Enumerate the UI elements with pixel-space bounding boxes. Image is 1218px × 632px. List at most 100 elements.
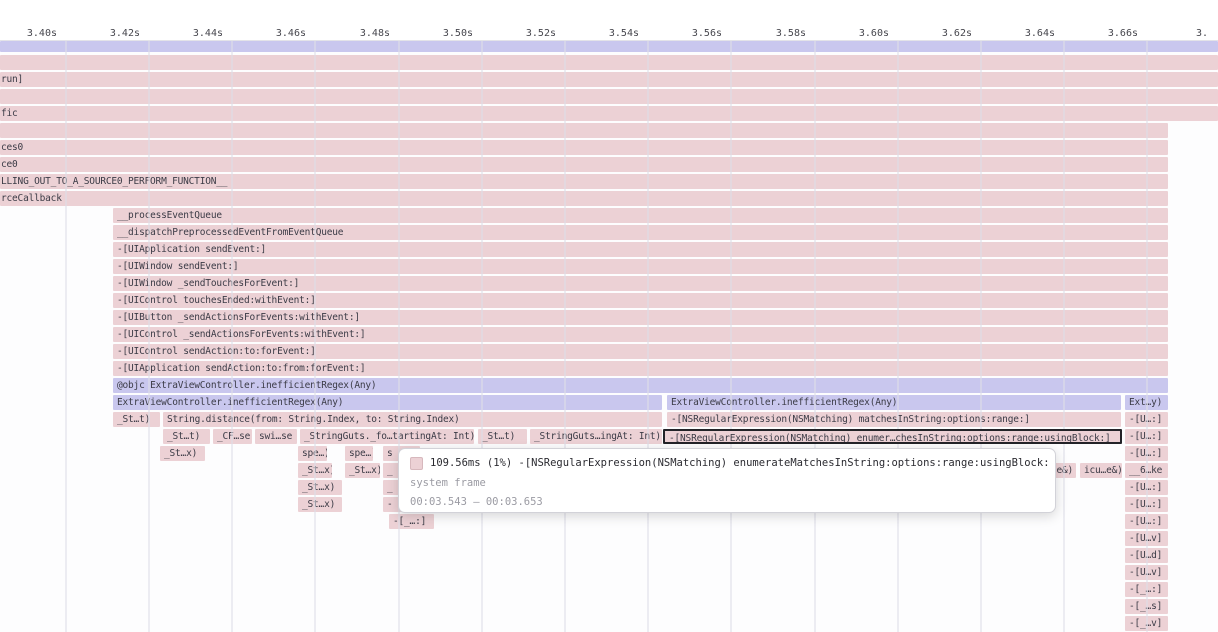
frame[interactable]: _St…t) bbox=[478, 429, 527, 444]
frame[interactable] bbox=[0, 89, 1218, 104]
frame[interactable]: __dispatchPreprocessedEventFromEventQueu… bbox=[113, 225, 1168, 240]
frame-label: icu…e&) bbox=[1080, 463, 1122, 478]
frame-label: _St…t) bbox=[478, 429, 527, 444]
gridline bbox=[730, 22, 732, 632]
frame-label: _St…x) bbox=[298, 480, 342, 495]
tick-label: 3.42s bbox=[80, 27, 140, 40]
tooltip-title-row: 109.56ms (1%) -[NSRegularExpression(NSMa… bbox=[410, 456, 1049, 470]
gridline bbox=[814, 22, 816, 632]
frame[interactable]: _St…t) bbox=[113, 412, 160, 427]
frame-label: -[UIWindow sendEvent:] bbox=[113, 259, 1168, 274]
frame[interactable]: fic bbox=[0, 106, 1218, 121]
frame[interactable] bbox=[0, 41, 1218, 52]
frame[interactable]: String.distance(from: String.Index, to: … bbox=[163, 412, 662, 427]
frame[interactable]: spe…)) bbox=[345, 446, 373, 461]
tooltip-title: 109.56ms (1%) -[NSRegularExpression(NSMa… bbox=[430, 457, 1049, 469]
frame[interactable]: LLING_OUT_TO_A_SOURCE0_PERFORM_FUNCTION_… bbox=[0, 174, 1168, 189]
frame[interactable]: ExtraViewController.inefficientRegex(Any… bbox=[667, 395, 1121, 410]
frame-label: _St…x) bbox=[160, 446, 205, 461]
tick-label: 3.48s bbox=[330, 27, 390, 40]
gridline bbox=[1146, 22, 1148, 632]
frame-label: ExtraViewController.inefficientRegex(Any… bbox=[113, 395, 662, 410]
frame[interactable]: _St…x) bbox=[298, 480, 342, 495]
frame-label: -[UIControl touchesEnded:withEvent:] bbox=[113, 293, 1168, 308]
tick-label: 3.52s bbox=[496, 27, 556, 40]
frame[interactable]: @objc ExtraViewController.inefficientReg… bbox=[113, 378, 1168, 393]
frame[interactable]: -[_…:] bbox=[389, 514, 434, 529]
frame-color-swatch-icon bbox=[410, 457, 423, 470]
gridline bbox=[65, 22, 67, 632]
selected-frame[interactable]: -[NSRegularExpression(NSMatching) enumer… bbox=[663, 429, 1122, 444]
frame-label: ExtraViewController.inefficientRegex(Any… bbox=[667, 395, 1121, 410]
frame[interactable]: -[NSRegularExpression(NSMatching) matche… bbox=[667, 412, 1121, 427]
frame[interactable]: -[UIApplication sendEvent:] bbox=[113, 242, 1168, 257]
frame-label: ce0 bbox=[0, 157, 1168, 172]
frame-label: spe…)) bbox=[298, 446, 327, 461]
frame[interactable]: _St…x) bbox=[345, 463, 380, 478]
frame[interactable]: ces0 bbox=[0, 140, 1168, 155]
frame[interactable]: -[UIControl sendAction:to:forEvent:] bbox=[113, 344, 1168, 359]
gridline bbox=[1063, 22, 1065, 632]
frame[interactable]: -[UIControl _sendActionsForEvents:withEv… bbox=[113, 327, 1168, 342]
frame[interactable]: __processEventQueue bbox=[113, 208, 1168, 223]
frame-label: ces0 bbox=[0, 140, 1168, 155]
gridline bbox=[398, 22, 400, 632]
frame-label: swi…se bbox=[255, 429, 297, 444]
frame-label: -[UIControl _sendActionsForEvents:withEv… bbox=[113, 327, 1168, 342]
tooltip-time-range: 00:03.543 — 00:03.653 bbox=[410, 496, 543, 509]
frame-label: fic bbox=[0, 106, 1218, 121]
flame-chart: run] fic ces0 ce0 LLING_OUT_TO_A_SOURCE0_PER… bbox=[0, 0, 1218, 632]
gridline bbox=[231, 22, 233, 632]
frame[interactable]: _St…x) bbox=[160, 446, 205, 461]
frame[interactable]: rceCallback bbox=[0, 191, 1168, 206]
frame-label: __processEventQueue bbox=[113, 208, 1168, 223]
frame-label: String.distance(from: String.Index, to: … bbox=[163, 412, 662, 427]
frame[interactable]: -[UIApplication sendAction:to:from:forEv… bbox=[113, 361, 1168, 376]
tick-label: 3.64s bbox=[995, 27, 1055, 40]
frame-label: LLING_OUT_TO_A_SOURCE0_PERFORM_FUNCTION_… bbox=[0, 174, 1168, 189]
tick-label: 3.54s bbox=[579, 27, 639, 40]
frame[interactable]: _St…x) bbox=[298, 497, 342, 512]
frame[interactable]: icu…e&) bbox=[1080, 463, 1122, 478]
gridline bbox=[897, 22, 899, 632]
frame[interactable]: -[UIControl touchesEnded:withEvent:] bbox=[113, 293, 1168, 308]
frame[interactable] bbox=[0, 55, 1218, 70]
frame-label: -[_…:] bbox=[389, 514, 434, 529]
gridline bbox=[980, 22, 982, 632]
tooltip-subtitle: system frame bbox=[410, 477, 486, 490]
frame-label: rceCallback bbox=[0, 191, 1168, 206]
tick-label: 3.56s bbox=[662, 27, 722, 40]
frame[interactable]: ce0 bbox=[0, 157, 1168, 172]
frame[interactable]: -[UIButton _sendActionsForEvents:withEve… bbox=[113, 310, 1168, 325]
frame[interactable]: -[UIWindow _sendTouchesForEvent:] bbox=[113, 276, 1168, 291]
tick-label: 3.60s bbox=[829, 27, 889, 40]
tick-label: 3.44s bbox=[163, 27, 223, 40]
gridline bbox=[481, 22, 483, 632]
frame[interactable]: spe…)) bbox=[298, 446, 327, 461]
tick-label: 3. bbox=[1196, 27, 1218, 40]
frame-label: spe…)) bbox=[345, 446, 373, 461]
instruments-flame-chart-view: 3.40s3.42s3.44s3.46s3.48s3.50s3.52s3.54s… bbox=[0, 0, 1218, 632]
frame[interactable]: run] bbox=[0, 72, 1218, 87]
tooltip: 109.56ms (1%) -[NSRegularExpression(NSMa… bbox=[398, 448, 1056, 513]
frame[interactable]: swi…se bbox=[255, 429, 297, 444]
frame-label: _St…t) bbox=[113, 412, 160, 427]
frame-label: -[UIApplication sendEvent:] bbox=[113, 242, 1168, 257]
frame[interactable]: _StringGuts._fo…tartingAt: Int) bbox=[300, 429, 474, 444]
tick-label: 3.46s bbox=[246, 27, 306, 40]
frame-label: -[UIControl sendAction:to:forEvent:] bbox=[113, 344, 1168, 359]
frame[interactable]: _StringGuts…ingAt: Int) bbox=[530, 429, 662, 444]
frame-label: _St…t) bbox=[163, 429, 210, 444]
frame-label: -[UIButton _sendActionsForEvents:withEve… bbox=[113, 310, 1168, 325]
frame[interactable]: -[UIWindow sendEvent:] bbox=[113, 259, 1168, 274]
gridline bbox=[564, 22, 566, 632]
gridline bbox=[148, 22, 150, 632]
frame-label: -[NSRegularExpression(NSMatching) matche… bbox=[667, 412, 1121, 427]
time-ruler[interactable]: 3.40s3.42s3.44s3.46s3.48s3.50s3.52s3.54s… bbox=[0, 0, 1218, 40]
frame[interactable]: _St…t) bbox=[163, 429, 210, 444]
frame[interactable] bbox=[0, 123, 1168, 138]
frame-label: _St…x) bbox=[345, 463, 380, 478]
frame[interactable]: ExtraViewController.inefficientRegex(Any… bbox=[113, 395, 662, 410]
tick-label: 3.58s bbox=[746, 27, 806, 40]
tick-label: 3.62s bbox=[912, 27, 972, 40]
